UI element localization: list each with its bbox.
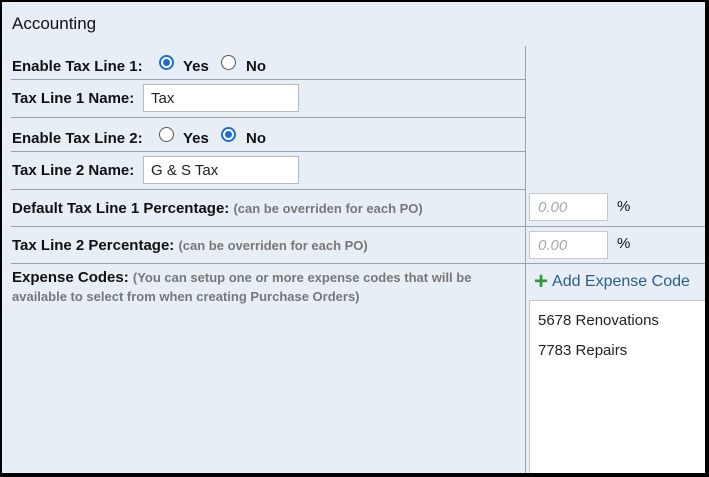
tax-line2-pct-label: Tax Line 2 Percentage: (can be overriden… (12, 237, 368, 254)
tax-line2-name-label: Tax Line 2 Name: (12, 162, 135, 179)
percent-sign: % (617, 235, 631, 252)
percent-sign: % (617, 198, 631, 215)
row-divider (11, 263, 526, 264)
row-divider (11, 226, 526, 227)
default-tax-line1-pct-label: Default Tax Line 1 Percentage: (can be o… (12, 200, 423, 217)
tax-line1-yes-label: Yes (183, 58, 209, 75)
expense-codes-label: Expense Codes: (You can setup one or mor… (12, 268, 517, 306)
tax-line1-name-input[interactable] (143, 84, 299, 112)
row-divider (11, 117, 526, 118)
tax-line1-name-label: Tax Line 1 Name: (12, 90, 135, 107)
plus-icon: + (534, 268, 549, 295)
tax-line1-no-label: No (246, 58, 266, 75)
enable-tax-line2-label: Enable Tax Line 2: (12, 130, 143, 147)
tax-line1-yes-radio[interactable] (159, 55, 174, 70)
accounting-panel: Accounting Enable Tax Line 1: Yes No Tax… (2, 2, 705, 473)
expense-codes-list: 5678 Renovations 7783 Repairs (529, 300, 705, 473)
tax-line2-pct-label-text: Tax Line 2 Percentage: (12, 237, 175, 254)
tax-line2-pct-input[interactable] (529, 231, 608, 259)
default-tax-line1-pct-hint: (can be overriden for each PO) (233, 201, 423, 216)
add-expense-code-button[interactable]: + Add Expense Code (534, 270, 690, 294)
column-divider (525, 46, 526, 473)
row-divider (11, 79, 526, 80)
row-divider (526, 226, 705, 227)
tax-line2-name-input[interactable] (143, 156, 299, 184)
list-item[interactable]: 5678 Renovations (538, 312, 659, 329)
section-title: Accounting (12, 14, 97, 33)
list-item[interactable]: 7783 Repairs (538, 342, 627, 359)
tax-line2-no-label: No (246, 130, 266, 147)
default-tax-line1-pct-input[interactable] (529, 193, 608, 221)
expense-codes-label-text: Expense Codes: (12, 269, 129, 286)
tax-line2-pct-hint: (can be overriden for each PO) (178, 238, 368, 253)
tax-line2-yes-label: Yes (183, 130, 209, 147)
tax-line2-no-radio[interactable] (221, 127, 236, 142)
default-tax-line1-pct-label-text: Default Tax Line 1 Percentage: (12, 200, 230, 217)
tax-line1-no-radio[interactable] (221, 55, 236, 70)
enable-tax-line1-label: Enable Tax Line 1: (12, 58, 143, 75)
row-divider (11, 151, 526, 152)
row-divider (11, 189, 526, 190)
tax-line2-yes-radio[interactable] (159, 127, 174, 142)
add-expense-code-label: Add Expense Code (552, 273, 690, 290)
row-divider (526, 263, 705, 264)
